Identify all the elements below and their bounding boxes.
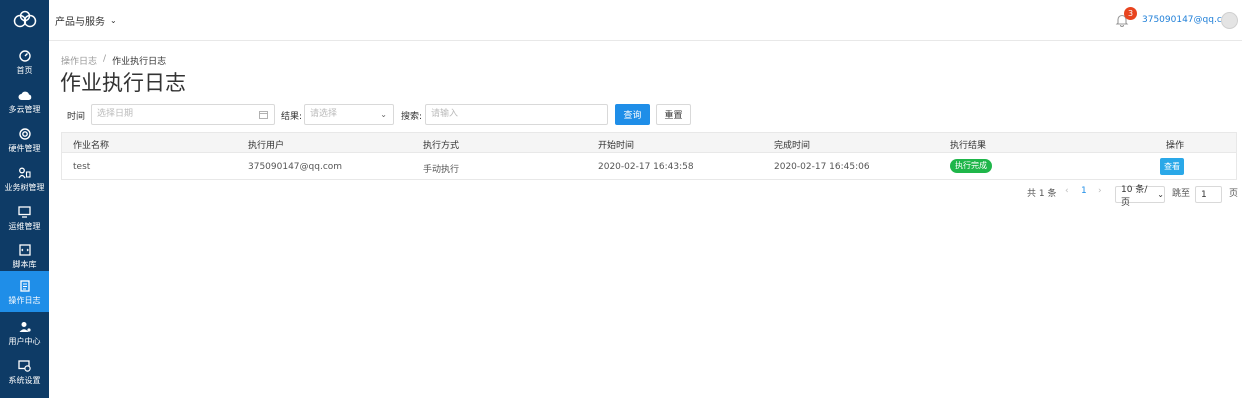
sidebar-item-home[interactable]: 首页 [0, 43, 49, 81]
next-page-button[interactable]: › [1098, 186, 1102, 196]
sidebar-item-label: 业务树管理 [4, 183, 45, 192]
search-input[interactable]: 请输入 [425, 104, 608, 125]
chevron-down-icon: ⌄ [110, 16, 117, 25]
start-time-cell: 2020-02-17 16:43:58 [598, 162, 694, 172]
method-cell: 手动执行 [423, 165, 460, 175]
breadcrumb: 操作日志 / 作业执行日志 [61, 54, 166, 67]
query-button[interactable]: 查询 [615, 104, 650, 125]
sidebar-item-business-tree[interactable]: 业务树管理 [0, 160, 49, 198]
sidebar-item-label: 系统设置 [8, 376, 41, 385]
monitor-icon [18, 205, 32, 219]
chevron-down-icon: ⌄ [1157, 190, 1164, 199]
sidebar-item-label: 多云管理 [8, 105, 41, 114]
script-icon [18, 243, 32, 257]
result-placeholder: 请选择 [310, 109, 338, 119]
sidebar-item-label: 用户中心 [8, 337, 41, 346]
status-badge: 执行完成 [950, 159, 992, 173]
page-number-1[interactable]: 1 [1081, 186, 1087, 196]
sidebar-item-label: 首页 [16, 66, 33, 75]
product-services-menu[interactable]: 产品与服务 ⌄ [55, 13, 117, 28]
sidebar: 首页 多云管理 硬件管理 业务树管理 运维管理 脚本库 操作日志 用户中心 系统… [0, 0, 49, 398]
search-label: 搜索: [401, 112, 423, 122]
page-suffix: 页 [1229, 189, 1239, 199]
calendar-icon [259, 105, 268, 126]
column-header: 执行用户 [248, 141, 285, 151]
sidebar-item-operation-log[interactable]: 操作日志 [0, 271, 49, 312]
time-label: 时间 [67, 112, 86, 122]
breadcrumb-current: 作业执行日志 [112, 57, 167, 67]
goto-page-value: 1 [1201, 189, 1207, 200]
sidebar-item-label: 硬件管理 [8, 144, 41, 153]
column-header: 操作 [1166, 141, 1185, 151]
user-icon [18, 320, 32, 334]
cloud-icon [18, 88, 32, 102]
user-cell: 375090147@qq.com [248, 162, 343, 172]
avatar[interactable] [1221, 12, 1238, 29]
goto-label: 跳至 [1172, 189, 1191, 199]
page-title: 作业执行日志 [60, 71, 186, 95]
column-header: 作业名称 [73, 141, 110, 151]
table-header: 作业名称 执行用户 执行方式 开始时间 完成时间 执行结果 操作 [62, 133, 1236, 153]
breadcrumb-separator: / [103, 54, 107, 64]
sidebar-item-system-settings[interactable]: 系统设置 [0, 353, 49, 391]
notification-badge: 3 [1124, 7, 1137, 20]
page-size-value: 10 条/页 [1121, 184, 1148, 208]
prev-page-button[interactable]: ‹ [1065, 186, 1069, 196]
column-header: 开始时间 [598, 141, 635, 151]
sidebar-item-label: 运维管理 [8, 222, 41, 231]
sidebar-item-label: 操作日志 [8, 295, 41, 305]
sidebar-item-user-center[interactable]: 用户中心 [0, 314, 49, 352]
sidebar-item-hardware[interactable]: 硬件管理 [0, 121, 49, 159]
date-placeholder: 选择日期 [97, 109, 134, 119]
sidebar-item-label: 脚本库 [12, 260, 37, 269]
product-services-label: 产品与服务 [55, 17, 105, 28]
sidebar-item-scripts[interactable]: 脚本库 [0, 237, 49, 275]
result-label: 结果: [281, 112, 303, 122]
page-size-select[interactable]: 10 条/页 ⌄ [1115, 185, 1165, 208]
breadcrumb-parent[interactable]: 操作日志 [61, 54, 97, 67]
job-log-table: 作业名称 执行用户 执行方式 开始时间 完成时间 执行结果 操作 test 37… [61, 132, 1237, 180]
sidebar-item-ops[interactable]: 运维管理 [0, 199, 49, 237]
pagination-total: 共 1 条 [1027, 189, 1057, 199]
column-header: 完成时间 [774, 141, 811, 151]
top-bar: 产品与服务 ⌄ 3 375090147@qq.com [49, 0, 1242, 41]
settings-icon [18, 359, 32, 373]
sidebar-item-multicloud[interactable]: 多云管理 [0, 82, 49, 120]
goto-page-input[interactable]: 1 [1195, 186, 1222, 203]
chevron-down-icon: ⌄ [380, 110, 387, 119]
reset-button[interactable]: 重置 [656, 104, 691, 125]
date-picker[interactable]: 选择日期 [91, 104, 275, 125]
job-name-cell: test [73, 162, 91, 172]
tree-icon [18, 166, 32, 180]
column-header: 执行方式 [423, 141, 460, 151]
search-placeholder: 请输入 [431, 109, 459, 119]
view-button[interactable]: 查看 [1160, 158, 1184, 175]
logo-icon [13, 10, 36, 28]
dashboard-icon [18, 49, 32, 63]
hardware-icon [18, 127, 32, 141]
result-select[interactable]: 请选择 ⌄ [304, 104, 394, 125]
end-time-cell: 2020-02-17 16:45:06 [774, 162, 870, 172]
log-icon [18, 279, 32, 293]
app-logo[interactable] [0, 0, 49, 40]
column-header: 执行结果 [950, 141, 987, 151]
